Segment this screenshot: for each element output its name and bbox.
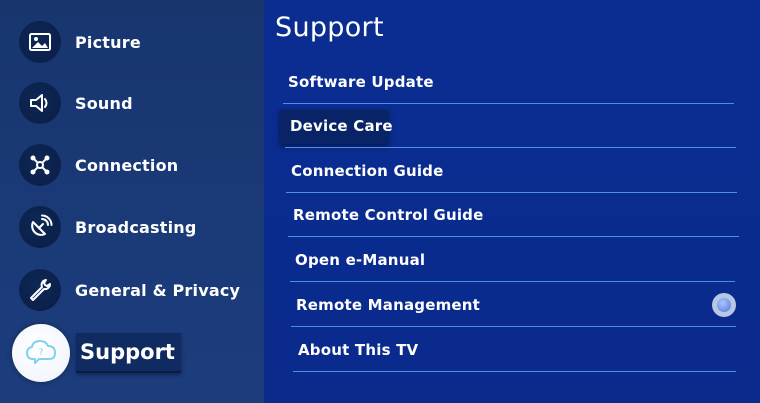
support-icon: ?: [12, 324, 70, 382]
menu-item-label: Device Care: [290, 117, 393, 135]
menu-item-remote-control-guide[interactable]: Remote Control Guide: [288, 193, 739, 237]
sidebar-item-connection[interactable]: Connection: [0, 137, 264, 193]
menu-item-about-this-tv[interactable]: About This TV: [293, 328, 736, 372]
menu-item-connection-guide[interactable]: Connection Guide: [286, 149, 737, 193]
broadcasting-icon: [19, 206, 61, 248]
menu-item-open-e-manual[interactable]: Open e-Manual: [290, 238, 735, 282]
divider: [285, 147, 736, 148]
sidebar-item-picture[interactable]: Picture: [0, 14, 264, 70]
menu-item-label: Software Update: [288, 73, 434, 91]
sidebar-item-sound[interactable]: Sound: [0, 75, 264, 131]
picture-icon: [19, 21, 61, 63]
support-focus-label: Support: [76, 333, 181, 373]
menu-item-device-care[interactable]: Device Care: [285, 104, 736, 148]
radio-dot: [717, 298, 731, 312]
menu-item-label: Remote Management: [296, 296, 481, 314]
menu-item-label: Remote Control Guide: [293, 206, 484, 224]
sidebar-item-label: Picture: [75, 32, 141, 52]
divider: [293, 371, 736, 372]
connection-icon: [19, 144, 61, 186]
svg-text:?: ?: [39, 348, 44, 358]
sidebar-item-label: General & Privacy: [75, 280, 241, 300]
support-panel: Support Software Update Device Care Conn…: [264, 0, 760, 403]
sidebar-item-label: Support: [80, 340, 175, 364]
menu-item-remote-management[interactable]: Remote Management: [291, 283, 736, 327]
wrench-icon: [19, 269, 61, 311]
menu-item-label: Open e-Manual: [295, 251, 426, 269]
sidebar-item-support[interactable]: ? Support: [0, 324, 264, 382]
divider: [290, 281, 735, 282]
sidebar-item-broadcasting[interactable]: Broadcasting: [0, 199, 264, 255]
sidebar-item-label: Connection: [75, 155, 179, 175]
menu-item-label: About This TV: [298, 341, 419, 359]
sound-icon: [19, 82, 61, 124]
divider: [291, 326, 736, 327]
page-title: Support: [275, 12, 384, 43]
menu-item-label: Connection Guide: [291, 162, 444, 180]
sidebar-item-label: Sound: [75, 93, 133, 113]
sidebar-item-general-privacy[interactable]: General & Privacy: [0, 262, 264, 318]
sidebar-item-label: Broadcasting: [75, 217, 197, 237]
sidebar: Picture Sound Connection Broadcasting Ge…: [0, 0, 264, 403]
divider: [288, 236, 739, 237]
remote-management-radio[interactable]: [712, 293, 736, 317]
menu-item-software-update[interactable]: Software Update: [283, 60, 734, 104]
